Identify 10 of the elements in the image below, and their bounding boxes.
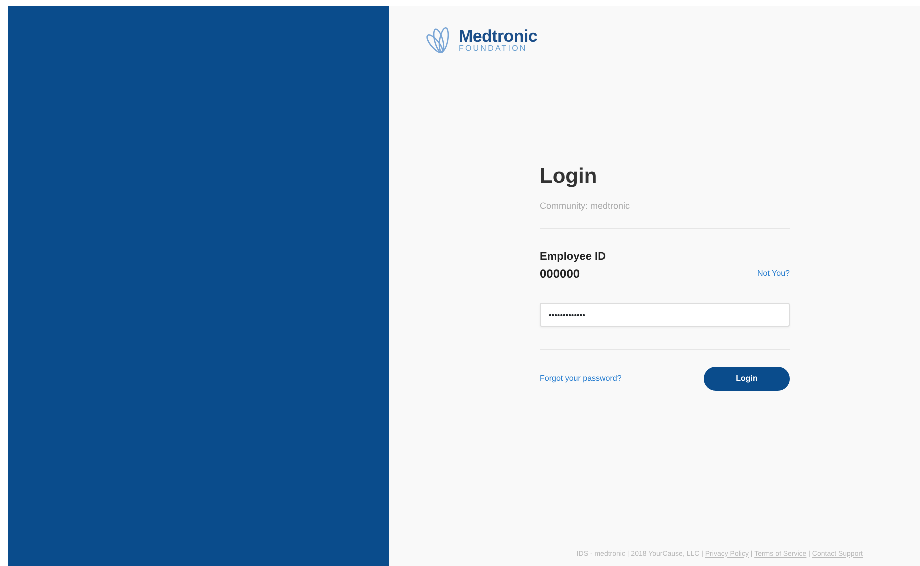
employee-id-label: Employee ID <box>540 250 608 264</box>
employee-id-value: 000000 <box>540 266 580 283</box>
password-field[interactable]: ••••••••••••• <box>540 303 790 327</box>
login-title: Login <box>540 166 598 187</box>
logo-name: Medtronic <box>459 28 538 46</box>
community-label: Community: medtronic <box>540 200 632 213</box>
forgot-password-link[interactable]: Forgot your password? <box>540 373 622 385</box>
logo-subtitle: FOUNDATION <box>459 45 528 54</box>
not-you-link[interactable]: Not You? <box>758 268 790 280</box>
login-button[interactable]: Login <box>704 367 790 391</box>
